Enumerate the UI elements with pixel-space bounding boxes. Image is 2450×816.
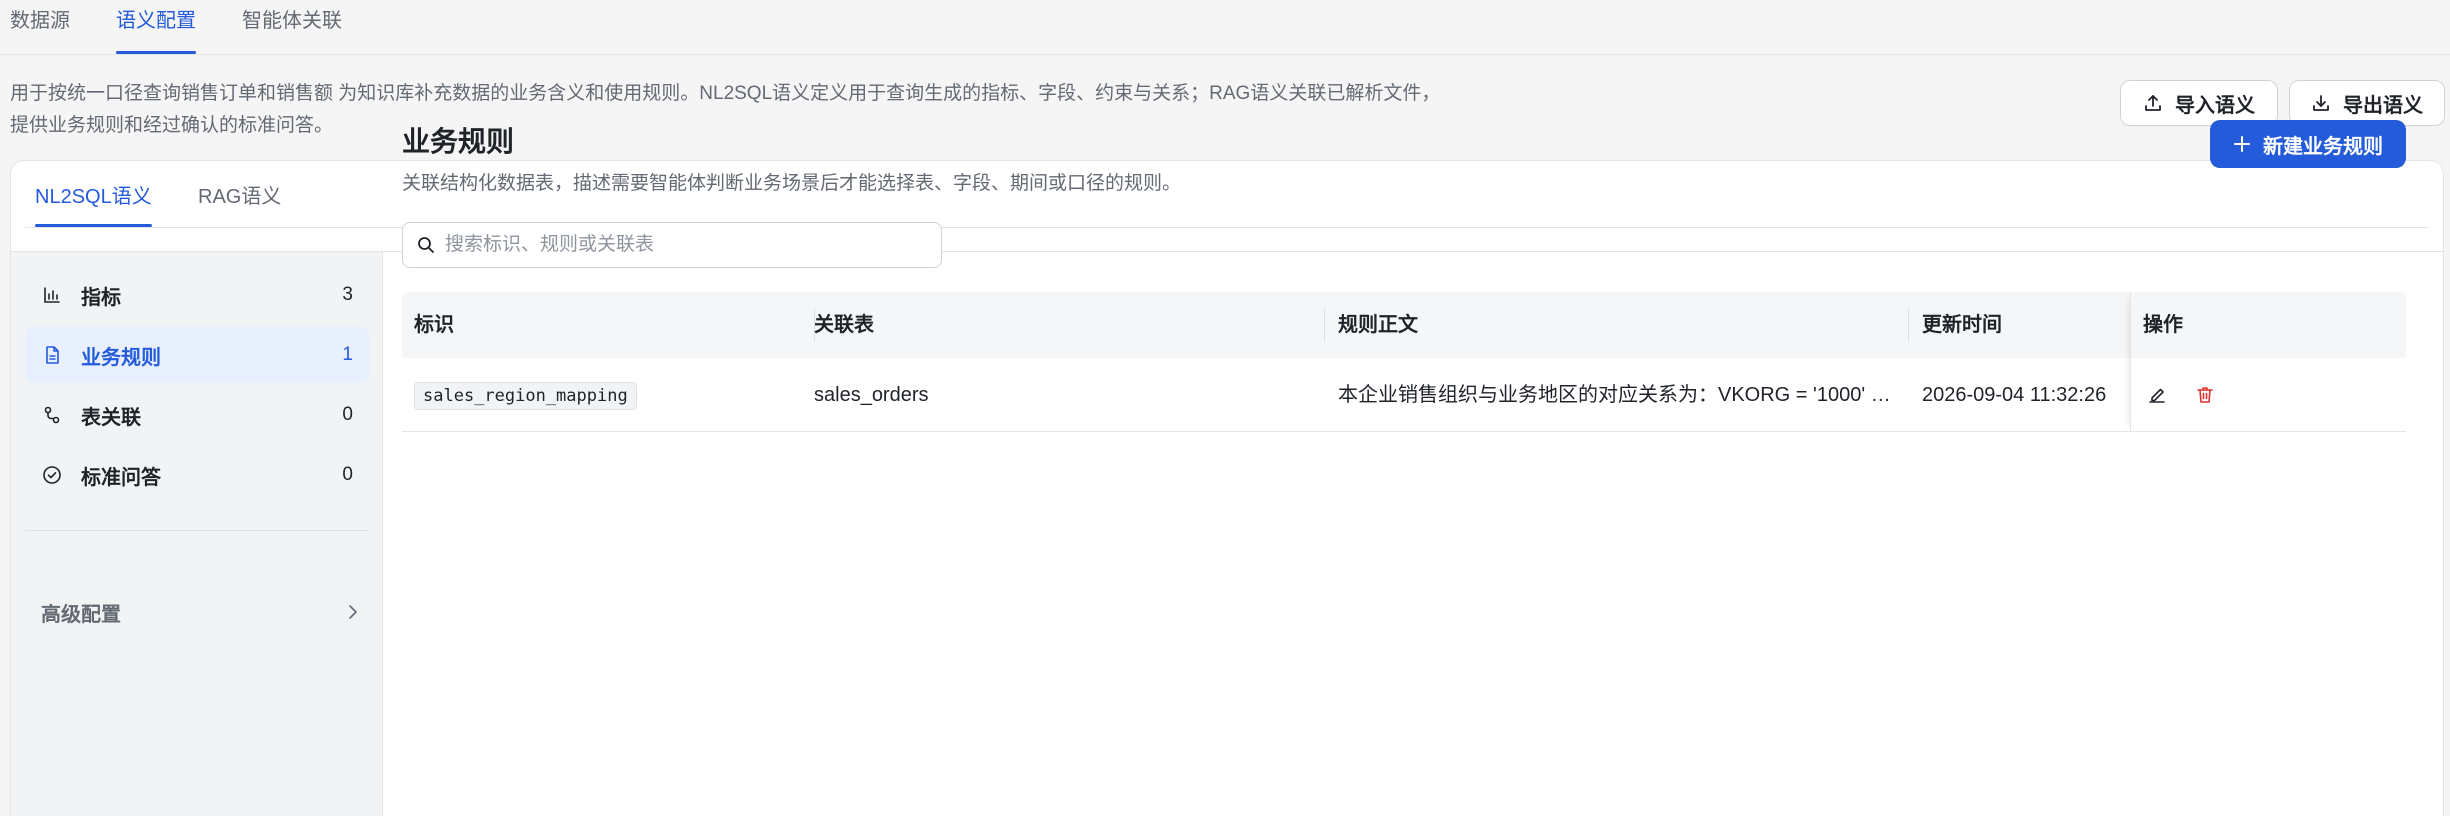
column-separator <box>1908 308 1909 342</box>
link-icon <box>41 404 63 426</box>
semantic-sidebar: 指标 3 业务规则 1 表关联 0 标准问答 0 高级配置 <box>11 252 383 816</box>
sidebar-item-label: 指标 <box>81 286 121 309</box>
document-icon <box>41 344 63 366</box>
sidebar-item-label: 业务规则 <box>81 346 161 369</box>
page-description: 用于按统一口径查询销售订单和销售额 为知识库补充数据的业务含义和使用规则。NL2… <box>10 83 1441 136</box>
import-semantics-label: 导入语义 <box>2175 94 2255 117</box>
sidebar-item-metrics[interactable]: 指标 3 <box>25 267 369 323</box>
rule-identifier: sales_region_mapping <box>414 382 637 410</box>
sidebar-item-count: 3 <box>342 284 353 305</box>
column-header-actions: 操作 <box>2143 314 2183 336</box>
cell-rule: 本企业销售组织与业务地区的对应关系为：VKORG = '1000' … <box>1338 384 1891 406</box>
operations-column: 操作 <box>2130 292 2406 432</box>
column-separator <box>1324 308 1325 342</box>
column-header-id: 标识 <box>414 314 454 336</box>
cell-updated: 2026-09-04 11:32:26 <box>1922 384 2107 406</box>
sidebar-item-label: 标准问答 <box>81 466 161 489</box>
column-header-table: 关联表 <box>814 314 874 336</box>
new-business-rule-button[interactable]: 新建业务规则 <box>2210 120 2406 168</box>
top-tabs-divider <box>0 54 2450 55</box>
tab-agent-association[interactable]: 智能体关联 <box>242 0 342 54</box>
upload-icon <box>2143 93 2163 113</box>
tab-rag-semantics[interactable]: RAG语义 <box>198 161 281 227</box>
semantic-card: NL2SQL语义 RAG语义 指标 3 业务规则 1 表关联 0 标准问答 0 … <box>10 160 2444 816</box>
advanced-config-label: 高级配置 <box>41 603 121 626</box>
sidebar-item-table-relations[interactable]: 表关联 0 <box>25 387 369 443</box>
export-semantics-label: 导出语义 <box>2343 94 2423 117</box>
sidebar-item-label: 表关联 <box>81 406 141 429</box>
sidebar-item-count: 0 <box>342 464 353 485</box>
page-subtitle: 关联结构化数据表，描述需要智能体判断业务场景后才能选择表、字段、期间或口径的规则… <box>402 173 1182 194</box>
table-header: 标识 关联表 规则正文 更新时间 <box>402 292 2406 358</box>
cell-id: sales_region_mapping <box>402 358 802 432</box>
search-icon <box>417 236 435 254</box>
sidebar-item-standard-qa[interactable]: 标准问答 0 <box>25 447 369 503</box>
edit-icon[interactable] <box>2145 383 2169 407</box>
new-business-rule-label: 新建业务规则 <box>2263 135 2383 158</box>
row-actions <box>2145 358 2217 432</box>
column-header-rule: 规则正文 <box>1338 314 1418 336</box>
table-row[interactable]: sales_region_mapping sales_orders 本企业销售组… <box>402 358 2406 432</box>
column-header-updated: 更新时间 <box>1922 314 2002 336</box>
sidebar-item-business-rules[interactable]: 业务规则 1 <box>25 327 369 383</box>
advanced-config-toggle[interactable]: 高级配置 <box>41 592 361 632</box>
chevron-right-icon <box>345 604 361 620</box>
cell-table: sales_orders <box>814 384 929 406</box>
tab-semantic-config[interactable]: 语义配置 <box>116 0 196 54</box>
page-title: 业务规则 <box>402 126 515 157</box>
sidebar-divider <box>25 530 369 531</box>
plus-icon <box>2233 135 2251 153</box>
delete-icon[interactable] <box>2193 383 2217 407</box>
sidebar-item-count: 1 <box>342 344 353 365</box>
search-box[interactable] <box>402 222 942 268</box>
download-icon <box>2311 93 2331 113</box>
sub-tabs-divider <box>25 227 2429 228</box>
tab-nl2sql-semantics[interactable]: NL2SQL语义 <box>35 161 152 227</box>
check-circle-icon <box>41 464 63 486</box>
sidebar-item-count: 0 <box>342 404 353 425</box>
tab-data-source[interactable]: 数据源 <box>10 0 70 54</box>
bar-chart-icon <box>41 284 63 306</box>
search-input[interactable] <box>445 234 925 256</box>
